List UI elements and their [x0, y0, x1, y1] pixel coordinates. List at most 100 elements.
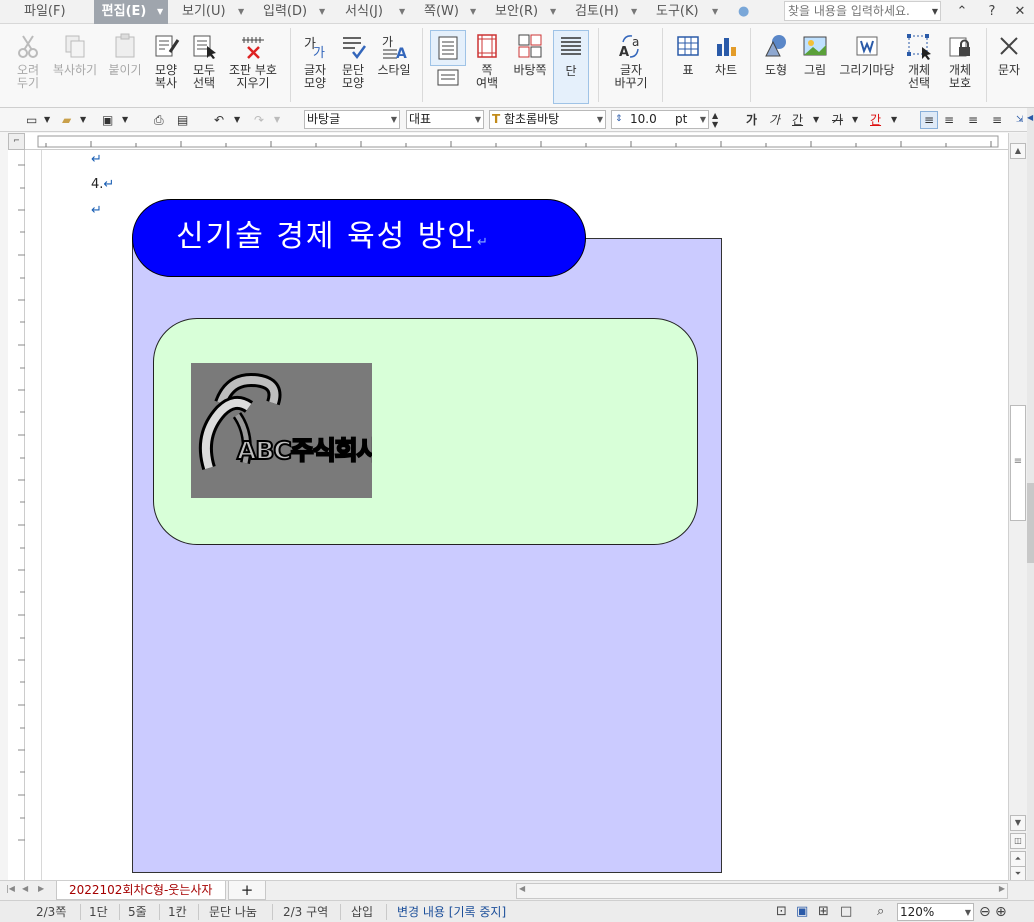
- vertical-scrollbar[interactable]: ▲ ≡ ▼ ◫ ⏶ ⏷: [1008, 133, 1027, 882]
- list-item-number[interactable]: 4.↵: [91, 177, 114, 192]
- page-margin-button[interactable]: 쪽 여백: [470, 30, 504, 104]
- menu-format[interactable]: 서식(J): [345, 0, 391, 24]
- scroll-up-icon[interactable]: ▲: [1010, 143, 1026, 159]
- chart-button[interactable]: 차트: [708, 30, 744, 104]
- status-para-break[interactable]: 문단 나눔: [209, 901, 257, 922]
- menu-security[interactable]: 보안(R): [495, 0, 541, 24]
- shape-button[interactable]: 도형: [758, 30, 794, 104]
- text-button[interactable]: 문자: [992, 30, 1026, 104]
- page-view-toggle-icon[interactable]: ◫: [1010, 833, 1026, 849]
- status-section[interactable]: 2/3 구역: [283, 901, 328, 922]
- select-all-button[interactable]: 모두 선택: [186, 30, 222, 104]
- undo-dropdown-icon[interactable]: ▼: [234, 111, 240, 129]
- prev-page-icon[interactable]: ⏶: [1010, 851, 1026, 867]
- char-shape-button[interactable]: 가가 글자 모양: [298, 30, 332, 104]
- font-color-dropdown-icon[interactable]: ▼: [891, 111, 897, 129]
- zoom-icon[interactable]: ⌕: [877, 901, 884, 922]
- zoom-out-icon[interactable]: ⊖: [979, 901, 991, 922]
- copy-button[interactable]: 복사하기: [48, 30, 102, 104]
- status-col[interactable]: 1칸: [168, 901, 187, 922]
- menu-security-caret-icon[interactable]: ▼: [550, 0, 556, 24]
- open-folder-icon[interactable]: ▰: [62, 111, 71, 129]
- tab-prev-icon[interactable]: ◀: [22, 884, 28, 893]
- document-area[interactable]: ↵ 4.↵ ↵ 신기술 경제 육성 방안↵ ABC주식회사: [25, 150, 1008, 880]
- object-select-button[interactable]: 개체 선택: [900, 30, 938, 104]
- chat-icon[interactable]: ●: [738, 0, 758, 24]
- menu-insert[interactable]: 입력(D): [263, 0, 309, 24]
- column-button[interactable]: 단: [553, 30, 589, 104]
- menu-tools[interactable]: 도구(K): [656, 0, 702, 24]
- view-full-icon[interactable]: □: [840, 901, 852, 922]
- char-change-button[interactable]: Aa 글자 바꾸기: [606, 30, 656, 104]
- horizontal-ruler[interactable]: ⌐: [8, 133, 1008, 150]
- redo-icon[interactable]: ↷: [254, 111, 264, 129]
- close-icon[interactable]: ✕: [1010, 2, 1030, 22]
- align-center-icon[interactable]: ≡: [968, 111, 978, 129]
- help-icon[interactable]: ?: [982, 2, 1002, 22]
- menu-review-caret-icon[interactable]: ▼: [631, 0, 637, 24]
- tab-first-icon[interactable]: |◀: [6, 884, 15, 893]
- menu-page[interactable]: 쪽(W): [424, 0, 460, 24]
- toolbar-more-icon[interactable]: ⇲: [1016, 111, 1024, 129]
- table-button[interactable]: 표: [670, 30, 706, 104]
- font-combo[interactable]: T 함초롬바탕 ▼: [489, 110, 606, 129]
- paste-button[interactable]: 붙이기: [103, 30, 147, 104]
- align-left-icon[interactable]: ≡: [944, 111, 954, 129]
- minimize-ribbon-icon[interactable]: ⌃: [952, 2, 972, 22]
- zoom-in-icon[interactable]: ⊕: [995, 901, 1007, 922]
- scroll-left-icon[interactable]: ◀: [519, 884, 525, 893]
- menu-format-caret-icon[interactable]: ▼: [399, 0, 405, 24]
- tab-document[interactable]: 2022102회차C형-웃는사자: [56, 881, 226, 900]
- status-track-changes[interactable]: 변경 내용 [기록 중지]: [397, 901, 506, 922]
- align-right-icon[interactable]: ≡: [992, 111, 1002, 129]
- background-page-button[interactable]: 바탕쪽: [508, 30, 552, 104]
- gallery-button[interactable]: 그리기마당: [836, 30, 898, 104]
- print-icon[interactable]: ⎙: [154, 111, 164, 129]
- underline-button[interactable]: 간: [792, 111, 803, 129]
- language-combo[interactable]: 대표 ▼: [406, 110, 484, 129]
- strike-button[interactable]: 가: [832, 111, 843, 129]
- save-icon[interactable]: ▣: [102, 111, 113, 129]
- menu-search-input[interactable]: [784, 1, 941, 21]
- add-tab-button[interactable]: +: [228, 881, 266, 900]
- horizontal-scrollbar[interactable]: ◀ ▶: [516, 883, 1008, 899]
- picture-button[interactable]: 그림: [797, 30, 833, 104]
- side-panel-handle[interactable]: [1027, 483, 1034, 563]
- page-view-button[interactable]: [430, 30, 466, 66]
- new-doc-icon[interactable]: ▭: [26, 111, 37, 129]
- view-width-icon[interactable]: ⊞: [818, 901, 829, 922]
- company-logo-image[interactable]: ABC주식회사: [191, 363, 372, 498]
- new-doc-dropdown-icon[interactable]: ▼: [44, 111, 50, 129]
- para-shape-button[interactable]: 문단 모양: [335, 30, 371, 104]
- redo-dropdown-icon[interactable]: ▼: [274, 111, 280, 129]
- menu-file[interactable]: 파일(F): [24, 0, 68, 24]
- style-combo[interactable]: 바탕글 ▼: [304, 110, 400, 129]
- align-justify-icon[interactable]: ≡: [920, 111, 938, 129]
- view-page-icon[interactable]: ▣: [796, 901, 808, 922]
- cut-button[interactable]: 오려 두기: [8, 30, 48, 104]
- menu-page-caret-icon[interactable]: ▼: [470, 0, 476, 24]
- scroll-right-icon[interactable]: ▶: [999, 884, 1005, 893]
- status-column[interactable]: 1단: [89, 901, 108, 922]
- italic-button[interactable]: 가: [769, 111, 780, 129]
- status-insert[interactable]: 삽입: [351, 901, 373, 922]
- menu-tools-caret-icon[interactable]: ▼: [712, 0, 718, 24]
- preview-icon[interactable]: ▤: [177, 111, 188, 129]
- menu-insert-caret-icon[interactable]: ▼: [319, 0, 325, 24]
- open-dropdown-icon[interactable]: ▼: [80, 111, 86, 129]
- menu-edit-caret-icon[interactable]: ▼: [157, 0, 163, 24]
- bold-button[interactable]: 가: [746, 111, 757, 129]
- format-copy-button[interactable]: 모양 복사: [148, 30, 184, 104]
- font-size-spinner[interactable]: ▲ ▼: [712, 111, 718, 129]
- underline-dropdown-icon[interactable]: ▼: [813, 111, 819, 129]
- status-page[interactable]: 2/3쪽: [36, 901, 66, 922]
- search-dropdown-icon[interactable]: ▼: [925, 2, 945, 22]
- undo-icon[interactable]: ↶: [214, 111, 224, 129]
- tab-next-icon[interactable]: ▶: [38, 884, 44, 893]
- side-panel-toggle-icon[interactable]: ◀: [1027, 113, 1033, 122]
- vertical-ruler[interactable]: [8, 150, 25, 880]
- scroll-down-icon[interactable]: ▼: [1010, 815, 1026, 831]
- strike-dropdown-icon[interactable]: ▼: [852, 111, 858, 129]
- clear-marks-button[interactable]: 조판 부호 지우기: [223, 30, 283, 104]
- page-layout-button[interactable]: [430, 68, 466, 98]
